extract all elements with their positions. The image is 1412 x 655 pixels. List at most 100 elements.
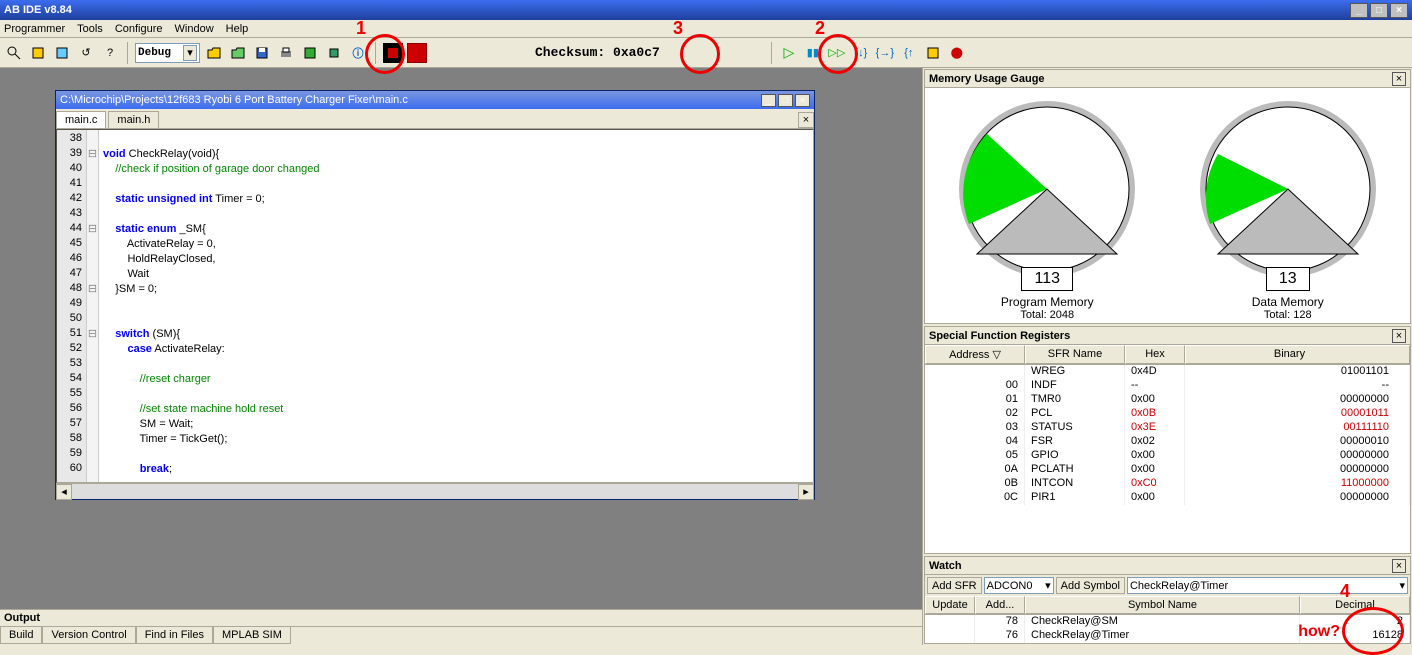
menu-programmer[interactable]: Programmer <box>4 23 65 35</box>
sfr-row[interactable]: 04FSR0x0200000010 <box>925 435 1410 449</box>
run-icon[interactable]: ▷ <box>779 43 799 63</box>
config-dropdown[interactable]: Debug ▾ <box>135 43 200 63</box>
minimize-button[interactable]: _ <box>1350 3 1368 18</box>
code-line[interactable] <box>103 312 809 327</box>
sfr-row[interactable]: 02PCL0x0B00001011 <box>925 407 1410 421</box>
code-line[interactable]: static enum _SM{ <box>103 222 809 237</box>
code-maximize-button[interactable]: □ <box>778 94 793 107</box>
code-line[interactable]: //set state machine hold reset <box>103 402 809 417</box>
code-window: C:\Microchip\Projects\12f683 Ryobi 6 Por… <box>55 90 815 500</box>
code-line[interactable]: void CheckRelay(void){ <box>103 147 809 162</box>
restore-button[interactable]: □ <box>1370 3 1388 18</box>
close-button[interactable]: × <box>1390 3 1408 18</box>
add-symbol-button[interactable]: Add Symbol <box>1056 577 1125 594</box>
step-over-icon[interactable]: {→} <box>875 43 895 63</box>
watch-col-add[interactable]: Add... <box>975 596 1025 614</box>
print-icon[interactable] <box>276 43 296 63</box>
open-icon[interactable] <box>204 43 224 63</box>
build-icon[interactable] <box>300 43 320 63</box>
tab-main-c[interactable]: main.c <box>56 111 106 128</box>
tool-icon[interactable] <box>52 43 72 63</box>
sfr-row[interactable]: 05GPIO0x0000000000 <box>925 449 1410 463</box>
code-line[interactable] <box>103 132 809 147</box>
code-line[interactable]: case ActivateRelay: <box>103 342 809 357</box>
code-line[interactable]: //reset charger <box>103 372 809 387</box>
sfr-row[interactable]: 0APCLATH0x0000000000 <box>925 463 1410 477</box>
tab-main-h[interactable]: main.h <box>108 111 159 128</box>
info-icon[interactable]: ⓘ <box>348 43 368 63</box>
sfr-row[interactable]: 00INDF---- <box>925 379 1410 393</box>
sfr-row[interactable]: 0BINTCON0xC011000000 <box>925 477 1410 491</box>
tab-close-icon[interactable]: × <box>798 112 814 128</box>
menu-configure[interactable]: Configure <box>115 23 163 35</box>
horizontal-scrollbar[interactable]: ◂ ▸ <box>56 483 814 499</box>
tool-icon[interactable]: ↺ <box>76 43 96 63</box>
output-tab-vcs[interactable]: Version Control <box>42 627 135 644</box>
watch-col-decimal[interactable]: Decimal <box>1300 596 1410 614</box>
code-line[interactable] <box>103 297 809 312</box>
tool-icon[interactable] <box>4 43 24 63</box>
code-window-title: C:\Microchip\Projects\12f683 Ryobi 6 Por… <box>60 94 408 106</box>
step-into-icon[interactable]: {↓} <box>851 43 871 63</box>
scroll-left-icon[interactable]: ◂ <box>56 484 72 500</box>
open-folder-icon[interactable] <box>228 43 248 63</box>
sfr-row[interactable]: 0CPIR10x0000000000 <box>925 491 1410 505</box>
animate-icon[interactable]: ▷▷ <box>827 43 847 63</box>
code-editor[interactable]: 3839404142434445464748495051525354555657… <box>56 129 814 483</box>
stop-icon[interactable] <box>407 43 427 63</box>
menu-help[interactable]: Help <box>226 23 249 35</box>
menu-window[interactable]: Window <box>175 23 214 35</box>
sfr-col-hex[interactable]: Hex <box>1125 345 1185 364</box>
code-line[interactable]: }SM = 0; <box>103 282 809 297</box>
code-close-button[interactable]: × <box>795 94 810 107</box>
output-tab-sim[interactable]: MPLAB SIM <box>213 627 291 644</box>
code-line[interactable] <box>103 207 809 222</box>
output-tab-build[interactable]: Build <box>0 627 42 644</box>
program-memory-gauge: 113 Program Memory Total: 2048 <box>947 94 1147 321</box>
save-icon[interactable] <box>252 43 272 63</box>
code-line[interactable]: ActivateRelay = 0, <box>103 237 809 252</box>
sfr-col-address[interactable]: Address ▽ <box>925 345 1025 364</box>
help-icon[interactable]: ? <box>100 43 120 63</box>
code-line[interactable]: break; <box>103 462 809 477</box>
code-line[interactable]: //check if position of garage door chang… <box>103 162 809 177</box>
code-line[interactable]: SM = Wait; <box>103 417 809 432</box>
breakpoint-icon[interactable]: ⬤ <box>947 43 967 63</box>
watch-col-update[interactable]: Update <box>925 596 975 614</box>
halt-icon[interactable] <box>383 43 403 63</box>
gauge-panel-close-icon[interactable]: × <box>1392 72 1406 86</box>
output-tab-find[interactable]: Find in Files <box>136 627 213 644</box>
code-line[interactable] <box>103 177 809 192</box>
code-line[interactable]: switch (SM){ <box>103 327 809 342</box>
menu-tools[interactable]: Tools <box>77 23 103 35</box>
sfr-panel-close-icon[interactable]: × <box>1392 329 1406 343</box>
chip-icon[interactable] <box>324 43 344 63</box>
scroll-right-icon[interactable]: ▸ <box>798 484 814 500</box>
tool-icon[interactable] <box>28 43 48 63</box>
data-memory-gauge: 13 Data Memory Total: 128 <box>1188 94 1388 321</box>
sfr-col-name[interactable]: SFR Name <box>1025 345 1125 364</box>
code-line[interactable] <box>103 357 809 372</box>
code-area[interactable]: void CheckRelay(void){ //check if positi… <box>99 130 813 482</box>
code-minimize-button[interactable]: _ <box>761 94 776 107</box>
pause-icon[interactable]: ▮▮ <box>803 43 823 63</box>
watch-col-symbol[interactable]: Symbol Name <box>1025 596 1300 614</box>
sfr-row[interactable]: 01TMR00x0000000000 <box>925 393 1410 407</box>
reset-icon[interactable] <box>923 43 943 63</box>
dropdown-arrow-icon[interactable]: ▾ <box>183 45 197 61</box>
symbol-combo[interactable]: CheckRelay@Timer▾ <box>1127 577 1408 594</box>
step-out-icon[interactable]: {↑ <box>899 43 919 63</box>
add-sfr-button[interactable]: Add SFR <box>927 577 982 594</box>
sfr-row[interactable]: WREG0x4D01001101 <box>925 365 1410 379</box>
code-line[interactable] <box>103 387 809 402</box>
sfr-combo[interactable]: ADCON0▾ <box>984 577 1054 594</box>
code-line[interactable] <box>103 447 809 462</box>
sfr-col-binary[interactable]: Binary <box>1185 345 1410 364</box>
watch-panel-close-icon[interactable]: × <box>1392 559 1406 573</box>
code-line[interactable]: Timer = TickGet(); <box>103 432 809 447</box>
code-line[interactable]: HoldRelayClosed, <box>103 252 809 267</box>
code-line[interactable]: Wait <box>103 267 809 282</box>
code-window-titlebar: C:\Microchip\Projects\12f683 Ryobi 6 Por… <box>56 91 814 109</box>
sfr-row[interactable]: 03STATUS0x3E00111110 <box>925 421 1410 435</box>
code-line[interactable]: static unsigned int Timer = 0; <box>103 192 809 207</box>
